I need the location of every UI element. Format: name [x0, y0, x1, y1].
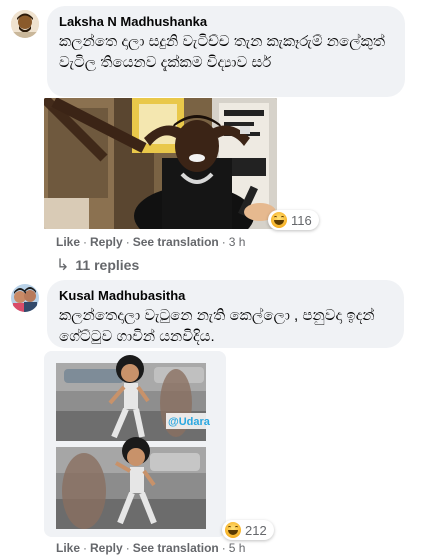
- reaction-count-value: 116: [291, 212, 312, 228]
- like-button[interactable]: Like: [56, 235, 80, 249]
- haha-emoji-icon: [271, 212, 287, 228]
- see-translation-link[interactable]: See translation: [133, 235, 219, 249]
- avatar[interactable]: [11, 284, 39, 312]
- haha-emoji-icon: [225, 522, 241, 538]
- comment-actions: Like · Reply · See translation · 3 h: [56, 235, 246, 249]
- avatar[interactable]: [11, 10, 39, 38]
- comment-text: කලන්තෙදාලා වැටුනෙ නැති කෙල්ලො , පනුවදා ඉ…: [59, 307, 375, 345]
- comment-image[interactable]: [44, 98, 277, 229]
- reaction-count[interactable]: 116: [268, 210, 319, 230]
- reply-arrow-icon: ↳: [56, 257, 70, 274]
- comment-author[interactable]: Laksha N Madhushanka: [59, 14, 393, 30]
- see-translation-link[interactable]: See translation: [133, 541, 219, 555]
- replies-count: 11 replies: [75, 257, 140, 273]
- comment-timestamp[interactable]: 5 h: [229, 541, 246, 555]
- like-button[interactable]: Like: [56, 541, 80, 555]
- reaction-count-value: 212: [245, 522, 267, 538]
- reply-button[interactable]: Reply: [90, 541, 123, 555]
- comment-timestamp[interactable]: 3 h: [229, 235, 246, 249]
- comment-bubble: Kusal Madhubasitha කලන්තෙදාලා වැටුනෙ නැත…: [47, 280, 404, 348]
- comment-text: කලන්තෙ දාලා සදුනි වැටිච්ච තැන කැකෑරුම් න…: [59, 33, 385, 71]
- comment-image[interactable]: @Udara: [44, 351, 226, 537]
- watermark-text: @Udara: [168, 416, 211, 428]
- comment-author[interactable]: Kusal Madhubasitha: [59, 288, 392, 304]
- reaction-count[interactable]: 212: [222, 520, 274, 540]
- reply-button[interactable]: Reply: [90, 235, 123, 249]
- comment-actions: Like · Reply · See translation · 5 h: [56, 541, 246, 555]
- comment-bubble: Laksha N Madhushanka කලන්තෙ දාලා සදුනි ව…: [47, 6, 405, 97]
- view-replies-link[interactable]: ↳ 11 replies: [56, 255, 139, 275]
